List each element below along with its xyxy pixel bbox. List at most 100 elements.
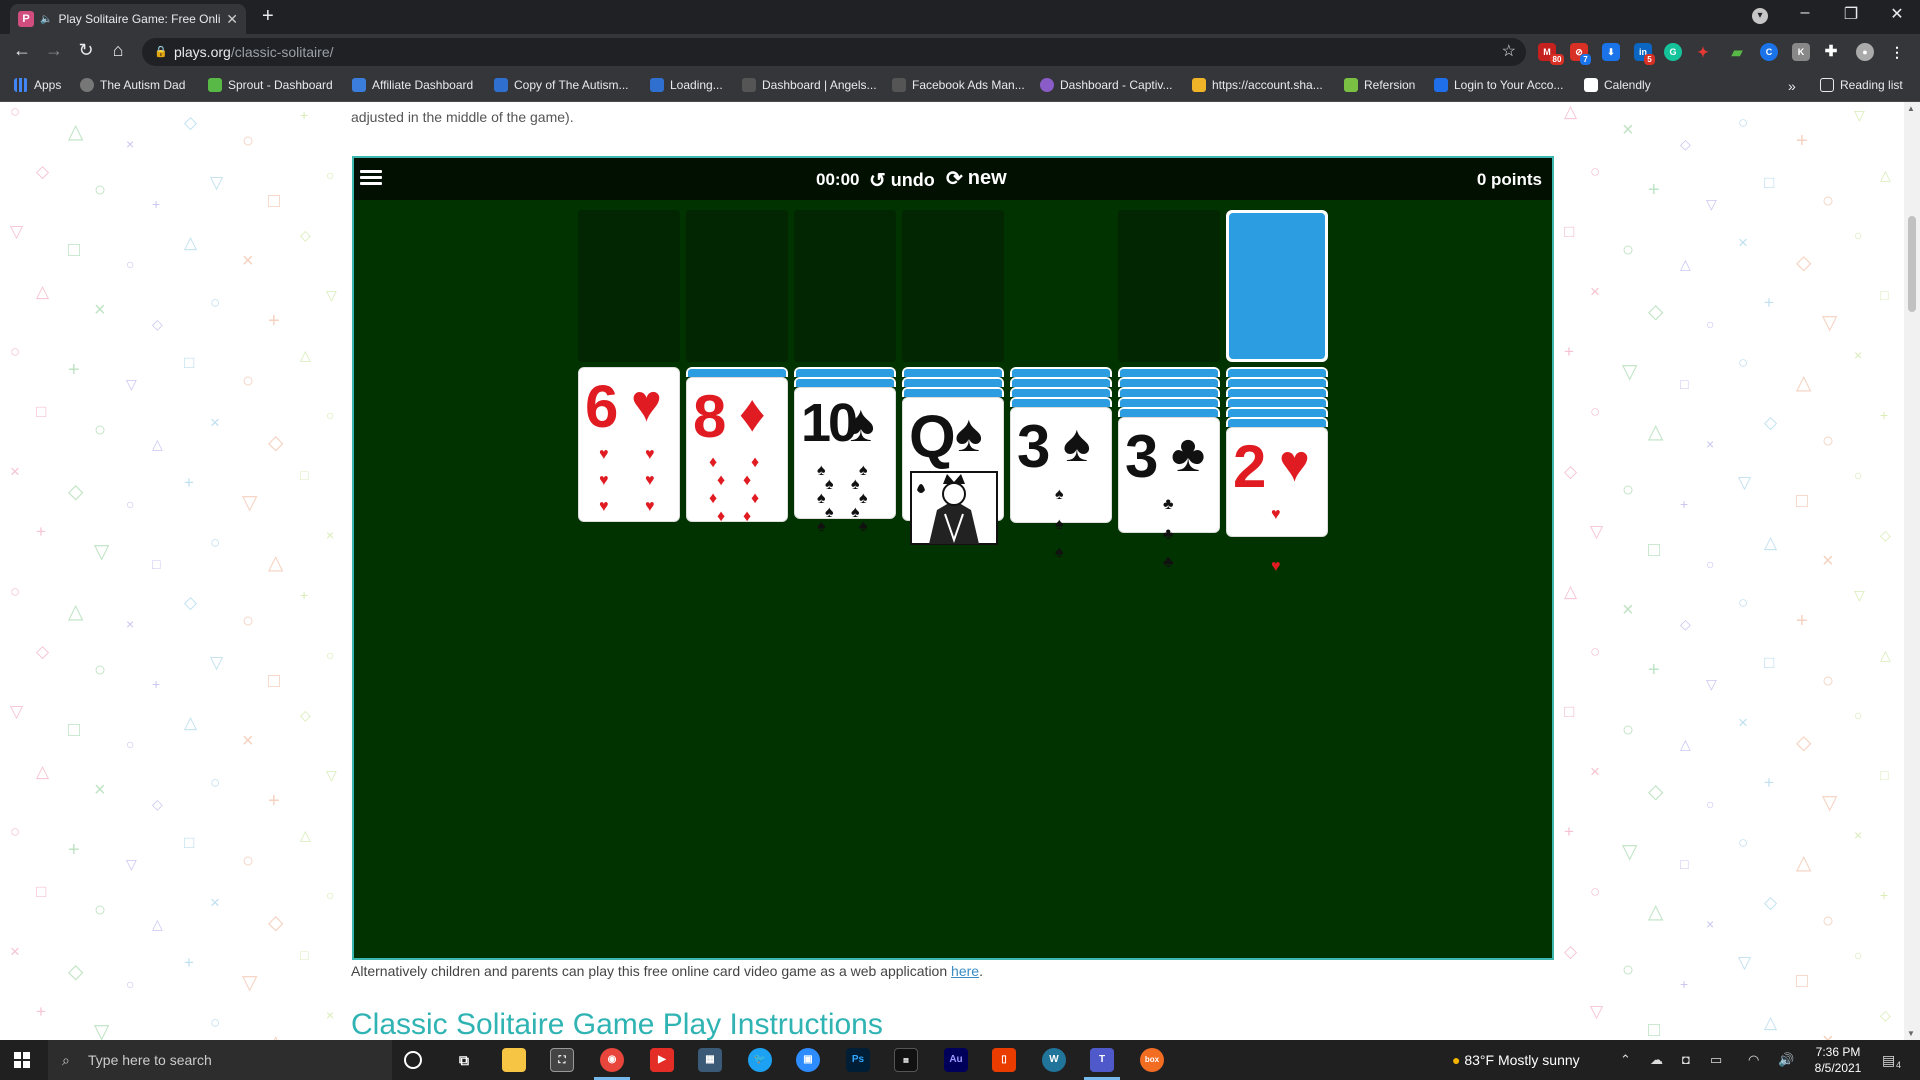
scroll-thumb[interactable] xyxy=(1908,216,1916,312)
teams-icon[interactable]: T xyxy=(1090,1048,1114,1072)
here-link[interactable]: here xyxy=(951,963,979,979)
tableau-pile[interactable]: 2 ♥ ♥ ♥ xyxy=(1226,367,1328,575)
office-icon[interactable]: ▯ xyxy=(992,1048,1016,1072)
minimize-button[interactable]: – xyxy=(1782,4,1828,22)
grammarly-extension-icon[interactable]: G xyxy=(1664,43,1682,61)
home-icon[interactable]: ⌂ xyxy=(106,40,130,61)
lock-icon[interactable]: 🔒 xyxy=(154,38,168,66)
face-up-card[interactable]: 8 ♦ ♦ ♦ ♦ ♦ ♦ ♦ ♦ ♦ xyxy=(686,377,788,525)
new-game-button[interactable]: ⟳ new xyxy=(946,166,1007,191)
face-down-card[interactable] xyxy=(902,367,1004,377)
zoom-icon[interactable]: ▣ xyxy=(796,1048,820,1072)
face-down-card[interactable] xyxy=(1118,377,1220,387)
face-down-card[interactable] xyxy=(1226,377,1328,387)
new-tab-button[interactable]: + xyxy=(262,5,274,28)
foundation-slot[interactable] xyxy=(686,210,788,362)
tableau-pile[interactable]: Q ♠ xyxy=(902,367,1004,545)
bookmark-item[interactable]: Dashboard - Captiv... xyxy=(1040,78,1173,92)
bookmark-item[interactable]: Calendly xyxy=(1584,78,1651,92)
reload-icon[interactable]: ↻ xyxy=(74,40,98,61)
face-down-card[interactable] xyxy=(1010,387,1112,397)
bookmarks-overflow-icon[interactable]: » xyxy=(1788,78,1796,94)
face-up-card[interactable]: Q ♠ xyxy=(902,397,1004,545)
foundation-slot[interactable] xyxy=(902,210,1004,362)
face-down-card[interactable] xyxy=(1118,387,1220,397)
tableau-pile[interactable]: 10 ♠ ♠ ♠ ♠ ♠ ♠ ♠ ♠ ♠ ♠ ♠ xyxy=(794,367,896,535)
face-up-card[interactable]: 3 ♣ ♣ ♣ ♣ xyxy=(1118,417,1220,571)
youtube-icon[interactable]: ▶ xyxy=(650,1048,674,1072)
page-scrollbar[interactable]: ▲ ▼ xyxy=(1904,102,1920,1040)
wordpress-icon[interactable]: W xyxy=(1042,1048,1066,1072)
face-up-card[interactable]: 2 ♥ ♥ ♥ xyxy=(1226,427,1328,575)
store-icon[interactable]: ⛶ xyxy=(550,1048,574,1072)
file-explorer-icon[interactable] xyxy=(502,1048,526,1072)
stock-pile[interactable] xyxy=(1226,210,1328,362)
undo-button[interactable]: ↺ undo xyxy=(869,168,935,193)
task-view-icon[interactable]: ⧉ xyxy=(452,1048,476,1072)
meet-icon[interactable]: ◘ xyxy=(1682,1052,1690,1067)
face-up-card[interactable]: 6 ♥ ♥ ♥ ♥ ♥ ♥ ♥ xyxy=(578,367,680,522)
tab-close-icon[interactable]: ✕ xyxy=(226,11,238,28)
scroll-up-icon[interactable]: ▲ xyxy=(1907,104,1915,113)
face-down-card[interactable] xyxy=(686,367,788,377)
battery-icon[interactable]: ▭ xyxy=(1710,1052,1722,1068)
tab-search-icon[interactable]: ▾ xyxy=(1752,8,1768,24)
bookmark-item[interactable]: Sprout - Dashboard xyxy=(208,78,333,92)
face-down-card[interactable] xyxy=(1010,377,1112,387)
pdf-extension-icon[interactable]: ✦ xyxy=(1694,43,1712,61)
waste-slot[interactable] xyxy=(1010,210,1112,362)
bookmark-item[interactable]: Loading... xyxy=(650,78,723,92)
extension-icon[interactable]: K xyxy=(1792,43,1810,61)
cortana-icon[interactable] xyxy=(404,1051,422,1069)
profile-avatar[interactable]: ● xyxy=(1856,43,1874,61)
extension-icon[interactable]: C xyxy=(1760,43,1778,61)
volume-icon[interactable]: 🔊 xyxy=(1778,1052,1794,1068)
tableau-pile[interactable]: 8 ♦ ♦ ♦ ♦ ♦ ♦ ♦ ♦ ♦ xyxy=(686,367,788,525)
onedrive-icon[interactable]: ☁ xyxy=(1650,1052,1663,1068)
bookmark-apps[interactable]: Apps xyxy=(14,78,61,92)
face-down-card[interactable] xyxy=(1118,397,1220,407)
hamburger-menu-icon[interactable] xyxy=(360,167,382,189)
face-down-card[interactable] xyxy=(902,387,1004,397)
face-down-card[interactable] xyxy=(1226,387,1328,397)
bookmark-item[interactable]: https://account.sha... xyxy=(1192,78,1323,92)
audio-icon[interactable]: 🔈 xyxy=(40,14,52,25)
wifi-icon[interactable]: ◠ xyxy=(1748,1052,1759,1068)
face-down-card[interactable] xyxy=(1226,417,1328,427)
weather-widget[interactable]: ● 83°F Mostly sunny xyxy=(1452,1052,1580,1068)
scroll-down-icon[interactable]: ▼ xyxy=(1907,1029,1915,1038)
bookmark-item[interactable]: Copy of The Autism... xyxy=(494,78,629,92)
back-icon[interactable]: ← xyxy=(10,40,34,61)
browser-tab[interactable]: P 🔈 Play Solitaire Game: Free Onli ✕ xyxy=(10,4,246,34)
bookmark-item[interactable]: Refersion xyxy=(1344,78,1415,92)
face-down-card[interactable] xyxy=(902,377,1004,387)
chrome-icon[interactable]: ◉ xyxy=(600,1048,624,1072)
taskbar-search-box[interactable]: ⌕ Type here to search xyxy=(48,1040,392,1080)
face-down-card[interactable] xyxy=(1010,367,1112,377)
tableau-pile[interactable]: 6 ♥ ♥ ♥ ♥ ♥ ♥ ♥ xyxy=(578,367,680,522)
face-up-card[interactable]: 3 ♠ ♠ ♠ ♠ xyxy=(1010,407,1112,561)
face-down-card[interactable] xyxy=(1118,367,1220,377)
face-down-card[interactable] xyxy=(1010,397,1112,407)
address-bar[interactable]: 🔒 plays.org/classic-solitaire/ ☆ xyxy=(142,38,1526,66)
tableau-pile[interactable]: 3 ♠ ♠ ♠ ♠ xyxy=(1010,367,1112,561)
more-menu-icon[interactable]: ⋮ xyxy=(1888,43,1906,61)
page-viewport[interactable]: ○ △ × ◇ ○ + ◇ ○ + ▽ □ ○ ▽ □ ○ △ × ◇ △ × ◇ ○ + ▽ ○ + ▽ □ ○ △ □ ○ △ × ◇ ○ × ◇ ○ +… xyxy=(0,102,1904,1040)
bookmark-item[interactable]: The Autism Dad xyxy=(80,78,185,92)
audio-app-icon[interactable]: ▤ xyxy=(894,1048,918,1072)
notifications-icon[interactable]: ▤ xyxy=(1882,1052,1895,1069)
solitaire-game[interactable]: 00:00 ↺ undo ⟳ new 0 points 6 ♥ ♥ ♥ ♥ ♥ ♥ ♥ 8 ♦ ♦… xyxy=(352,156,1554,960)
bookmark-star-icon[interactable]: ☆ xyxy=(1502,38,1516,66)
restore-button[interactable]: ❐ xyxy=(1828,4,1874,24)
sprout-extension-icon[interactable]: ▰ xyxy=(1728,43,1746,61)
face-down-card[interactable] xyxy=(1226,367,1328,377)
bookmark-item[interactable]: Affiliate Dashboard xyxy=(352,78,473,92)
reading-list-button[interactable]: Reading list xyxy=(1820,78,1903,92)
face-up-card[interactable]: 10 ♠ ♠ ♠ ♠ ♠ ♠ ♠ ♠ ♠ ♠ ♠ xyxy=(794,387,896,535)
forward-icon[interactable]: → xyxy=(42,40,66,61)
extensions-puzzle-icon[interactable]: ✚ xyxy=(1822,43,1840,61)
foundation-slot[interactable] xyxy=(578,210,680,362)
audition-icon[interactable]: Au xyxy=(944,1048,968,1072)
face-down-card[interactable] xyxy=(1226,397,1328,407)
face-down-card[interactable] xyxy=(794,367,896,377)
